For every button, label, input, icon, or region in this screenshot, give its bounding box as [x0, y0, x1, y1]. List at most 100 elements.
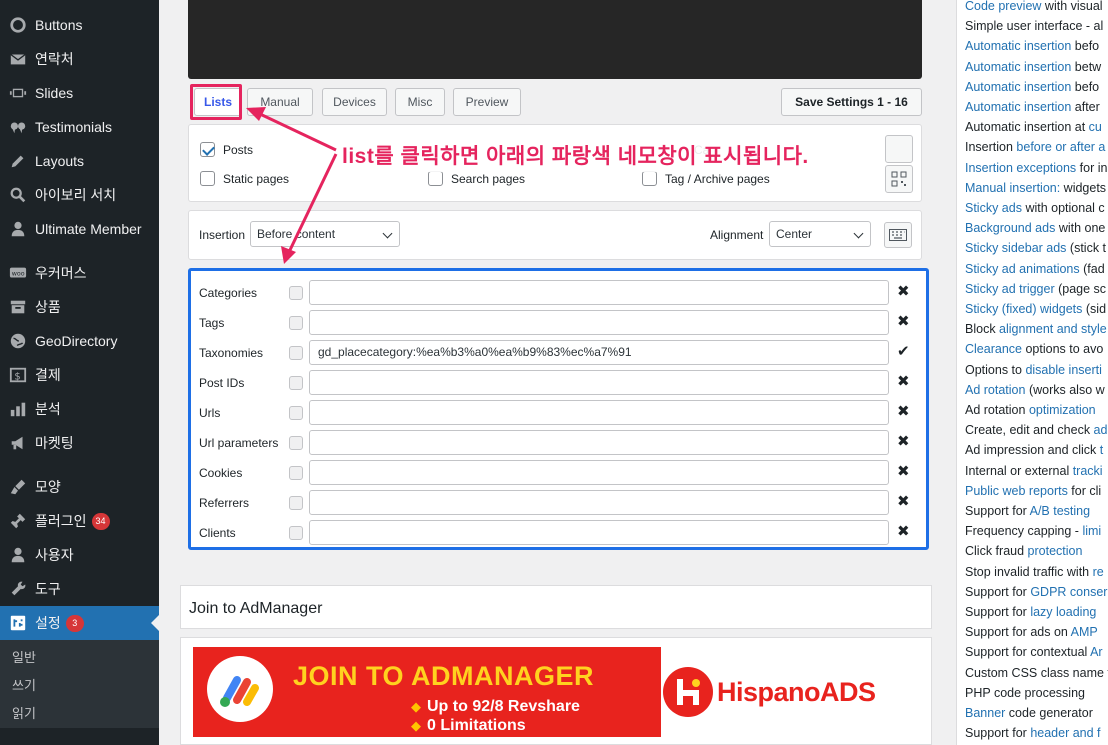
feature-link[interactable]: limi — [1082, 524, 1101, 538]
list-type-checkbox[interactable] — [289, 406, 303, 420]
sidebar-item-label: 아이보리 서치 — [35, 187, 117, 203]
close-icon[interactable]: ✖ — [897, 462, 910, 480]
check-icon[interactable]: ✔ — [897, 342, 910, 360]
posts-checkbox[interactable] — [200, 142, 215, 157]
close-icon[interactable]: ✖ — [897, 282, 910, 300]
feature-link[interactable]: optimization — [1029, 403, 1096, 417]
feature-link[interactable]: alignment and style — [999, 322, 1107, 336]
admanager-banner[interactable]: JOIN TO ADMANAGER ◆ Up to 92/8 Revshare ◆… — [193, 647, 921, 737]
feature-item: Sticky ad animations (fad — [965, 262, 1105, 276]
feature-link[interactable]: Sticky ad trigger — [965, 282, 1055, 296]
feature-link[interactable]: Ar — [1090, 645, 1103, 659]
list-input[interactable] — [309, 430, 889, 455]
feature-link[interactable]: lazy loading — [1030, 605, 1096, 619]
feature-link[interactable]: before or after a — [1016, 140, 1105, 154]
expand-button[interactable] — [885, 135, 913, 163]
sidebar-item-15[interactable]: 사용자 — [0, 538, 159, 572]
sidebar-item-7[interactable]: woo 우커머스 — [0, 256, 159, 290]
close-icon[interactable]: ✖ — [897, 432, 910, 450]
list-type-checkbox[interactable] — [289, 526, 303, 540]
feature-link[interactable]: Code preview — [965, 0, 1041, 13]
feature-link[interactable]: t — [1100, 443, 1103, 457]
list-type-checkbox[interactable] — [289, 496, 303, 510]
feature-link[interactable]: Public web reports — [965, 484, 1068, 498]
list-type-checkbox[interactable] — [289, 436, 303, 450]
list-input[interactable] — [309, 520, 889, 545]
sidebar-item-12[interactable]: 마켓팅 — [0, 426, 159, 460]
sidebar-item-17[interactable]: 설정 3 — [0, 606, 159, 640]
feature-link[interactable]: Sticky sidebar ads — [965, 241, 1066, 255]
sidebar-item-1[interactable]: 연락처 — [0, 42, 159, 76]
sidebar-item-11[interactable]: 분석 — [0, 392, 159, 426]
close-icon[interactable]: ✖ — [897, 312, 910, 330]
alignment-select[interactable]: Center — [769, 221, 871, 247]
submenu-item-general[interactable]: 일반 — [0, 644, 159, 672]
list-type-checkbox[interactable] — [289, 286, 303, 300]
feature-item: Click fraud protection — [965, 544, 1082, 558]
sidebar-item-6[interactable]: Ultimate Member — [0, 212, 159, 246]
save-settings-button[interactable]: Save Settings 1 - 16 — [781, 88, 922, 116]
feature-link[interactable]: re — [1093, 565, 1104, 579]
feature-link[interactable]: Background ads — [965, 221, 1055, 235]
insertion-select[interactable]: Before content — [250, 221, 400, 247]
feature-link[interactable]: protection — [1028, 544, 1083, 558]
list-input[interactable] — [309, 460, 889, 485]
sidebar-item-16[interactable]: 도구 — [0, 572, 159, 606]
list-type-checkbox[interactable] — [289, 376, 303, 390]
feature-link[interactable]: Sticky ads — [965, 201, 1022, 215]
feature-link[interactable]: Automatic insertion — [965, 80, 1071, 94]
submenu-item-writing[interactable]: 쓰기 — [0, 672, 159, 700]
feature-link[interactable]: Automatic insertion — [965, 60, 1071, 74]
close-icon[interactable]: ✖ — [897, 522, 910, 540]
sidebar-item-10[interactable]: $ 결제 — [0, 358, 159, 392]
feature-link[interactable]: GDPR conser — [1030, 585, 1107, 599]
feature-link[interactable]: Automatic insertion — [965, 39, 1071, 53]
list-input[interactable] — [309, 400, 889, 425]
tag-archive-checkbox[interactable] — [642, 171, 657, 186]
feature-link[interactable]: Sticky ad animations — [965, 262, 1080, 276]
feature-link[interactable]: Clearance — [965, 342, 1022, 356]
static-pages-checkbox[interactable] — [200, 171, 215, 186]
sidebar-item-14[interactable]: 플러그인 34 — [0, 504, 159, 538]
qr-code-button[interactable] — [885, 165, 913, 193]
close-icon[interactable]: ✖ — [897, 372, 910, 390]
list-input[interactable] — [309, 490, 889, 515]
close-icon[interactable]: ✖ — [897, 492, 910, 510]
list-input[interactable]: gd_placecategory:%ea%b3%a0%ea%b9%83%ec%a… — [309, 340, 889, 365]
feature-link[interactable]: cu — [1089, 120, 1102, 134]
feature-link[interactable]: Automatic insertion — [965, 100, 1071, 114]
search-pages-checkbox[interactable] — [428, 171, 443, 186]
list-input[interactable] — [309, 310, 889, 335]
sidebar-item-2[interactable]: Slides — [0, 76, 159, 110]
feature-link[interactable]: tracki — [1073, 464, 1103, 478]
tab-devices[interactable]: Devices — [322, 88, 387, 116]
list-type-checkbox[interactable] — [289, 346, 303, 360]
tab-manual[interactable]: Manual — [247, 88, 313, 116]
tab-preview[interactable]: Preview — [453, 88, 521, 116]
sidebar-item-4[interactable]: Layouts — [0, 144, 159, 178]
feature-link[interactable]: Sticky (fixed) widgets — [965, 302, 1082, 316]
feature-link[interactable]: Manual insertion: — [965, 181, 1060, 195]
feature-link[interactable]: AMP — [1071, 625, 1098, 639]
sidebar-item-9[interactable]: GeoDirectory — [0, 324, 159, 358]
code-options-button[interactable] — [884, 222, 912, 248]
feature-link[interactable]: Banner — [965, 706, 1005, 720]
sidebar-item-0[interactable]: Buttons — [0, 8, 159, 42]
feature-link[interactable]: Ad rotation — [965, 383, 1025, 397]
sidebar-item-3[interactable]: Testimonials — [0, 110, 159, 144]
feature-link[interactable]: header and f — [1030, 726, 1100, 740]
submenu-item-reading[interactable]: 읽기 — [0, 700, 159, 728]
list-type-checkbox[interactable] — [289, 316, 303, 330]
list-input[interactable] — [309, 280, 889, 305]
feature-link[interactable]: ad — [1094, 423, 1108, 437]
tab-misc[interactable]: Misc — [395, 88, 445, 116]
feature-link[interactable]: disable inserti — [1025, 363, 1101, 377]
sidebar-item-8[interactable]: 상품 — [0, 290, 159, 324]
feature-link[interactable]: Insertion exceptions — [965, 161, 1076, 175]
sidebar-item-5[interactable]: 아이보리 서치 — [0, 178, 159, 212]
list-type-checkbox[interactable] — [289, 466, 303, 480]
feature-link[interactable]: A/B testing — [1030, 504, 1090, 518]
sidebar-item-13[interactable]: 모양 — [0, 470, 159, 504]
close-icon[interactable]: ✖ — [897, 402, 910, 420]
list-input[interactable] — [309, 370, 889, 395]
